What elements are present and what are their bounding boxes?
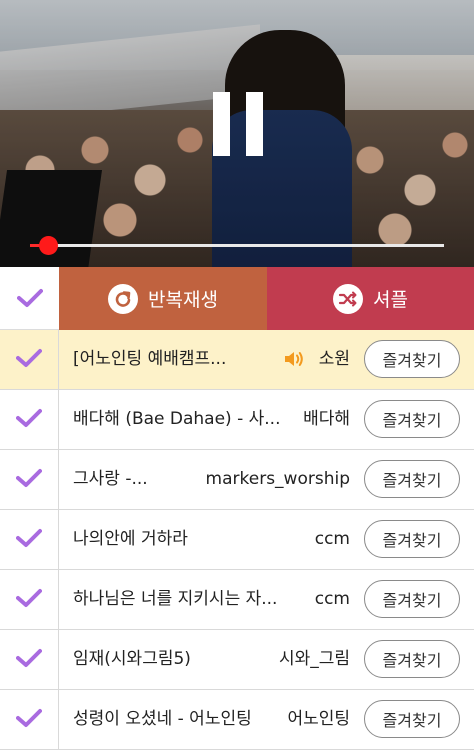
track-checkbox[interactable] [0, 570, 59, 629]
track-checkbox[interactable] [0, 510, 59, 569]
track-row[interactable]: 성령이 오셨네 - 어노인팅 어노인팅 즐겨찾기 [0, 690, 474, 750]
track-title[interactable]: 성령이 오셨네 - 어노인팅 [73, 690, 252, 749]
track-title[interactable]: [어노인팅 예배캠프... [73, 330, 226, 389]
track-artist: markers_worship [205, 469, 350, 489]
check-icon [16, 648, 42, 672]
check-icon [16, 348, 42, 372]
track-artist: 배다해 [303, 409, 350, 429]
check-icon [16, 408, 42, 432]
track-checkbox[interactable] [0, 330, 59, 389]
track-title[interactable]: 하나님은 너를 지키시는 자... [73, 570, 277, 629]
track-row[interactable]: 임재(시와그림5) 시와_그림 즐겨찾기 [0, 630, 474, 690]
track-checkbox[interactable] [0, 690, 59, 749]
track-checkbox[interactable] [0, 450, 59, 509]
track-row[interactable]: 나의안에 거하라 ccm 즐겨찾기 [0, 510, 474, 570]
repeat-label: 반복재생 [148, 289, 218, 311]
now-playing-speaker-icon [283, 349, 305, 373]
favorite-button[interactable]: 즐겨찾기 [364, 460, 460, 498]
track-row[interactable]: 그사랑 -... markers_worship 즐겨찾기 [0, 450, 474, 510]
favorite-button[interactable]: 즐겨찾기 [364, 400, 460, 438]
pause-icon [246, 92, 263, 156]
track-checkbox[interactable] [0, 630, 59, 689]
check-icon [16, 588, 42, 612]
video-player[interactable] [0, 0, 474, 267]
repeat-button[interactable]: 반복재생 [59, 267, 267, 330]
repeat-icon [108, 283, 139, 314]
check-icon [16, 528, 42, 552]
track-title[interactable]: 그사랑 -... [73, 450, 148, 509]
select-all-checkbox[interactable] [0, 267, 59, 330]
favorite-button[interactable]: 즐겨찾기 [364, 580, 460, 618]
track-row[interactable]: 하나님은 너를 지키시는 자... ccm 즐겨찾기 [0, 570, 474, 630]
pause-icon [213, 92, 230, 156]
track-title[interactable]: 배다해 (Bae Dahae) - 사... [73, 390, 280, 449]
track-artist: ccm [314, 589, 350, 609]
track-title[interactable]: 임재(시와그림5) [73, 630, 191, 689]
track-title[interactable]: 나의안에 거하라 [73, 510, 188, 569]
shuffle-label: 셔플 [373, 289, 408, 311]
favorite-button[interactable]: 즐겨찾기 [364, 520, 460, 558]
track-row[interactable]: [어노인팅 예배캠프... 소원 즐겨찾기 [0, 330, 474, 390]
track-row[interactable]: 배다해 (Bae Dahae) - 사... 배다해 즐겨찾기 [0, 390, 474, 450]
seek-bar[interactable] [30, 236, 444, 255]
check-icon [16, 708, 42, 732]
check-icon [16, 289, 43, 307]
track-artist: 소원 [318, 349, 350, 369]
favorite-button[interactable]: 즐겨찾기 [364, 640, 460, 678]
favorite-button[interactable]: 즐겨찾기 [364, 700, 460, 738]
pause-button[interactable] [213, 92, 263, 156]
seek-thumb[interactable] [39, 236, 58, 255]
shuffle-button[interactable]: 셔플 [267, 267, 474, 330]
playback-controls: 반복재생 셔플 [0, 267, 474, 330]
track-artist: 어노인팅 [287, 709, 350, 729]
track-list: [어노인팅 예배캠프... 소원 즐겨찾기 배다해 (Bae Dahae) - 사..… [0, 330, 474, 750]
track-artist: ccm [314, 529, 350, 549]
track-checkbox[interactable] [0, 390, 59, 449]
check-icon [16, 468, 42, 492]
track-artist: 시와_그림 [278, 649, 350, 669]
shuffle-icon [333, 283, 364, 314]
favorite-button[interactable]: 즐겨찾기 [364, 340, 460, 378]
